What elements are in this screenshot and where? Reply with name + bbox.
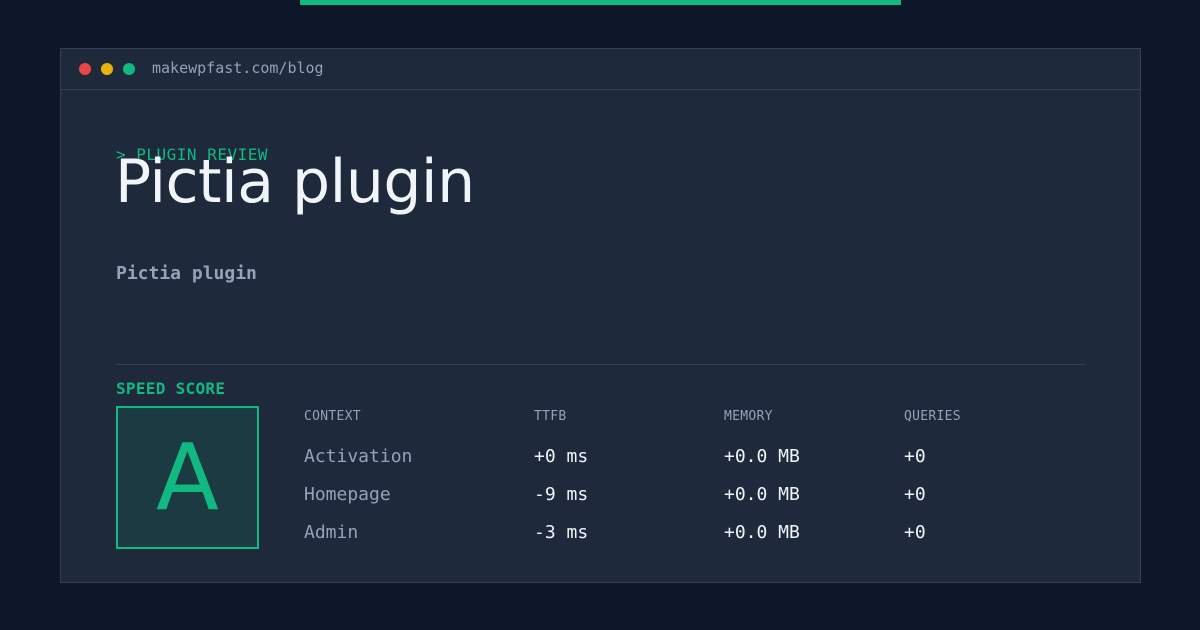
cell-memory: +0.0 MB <box>724 484 800 505</box>
cell-queries: +0 <box>904 446 926 467</box>
cell-queries: +0 <box>904 484 926 505</box>
section-divider <box>116 364 1085 365</box>
table-row: Admin -3 ms +0.0 MB +0 <box>304 522 1084 546</box>
cell-context: Homepage <box>304 484 391 505</box>
grade-letter: A <box>156 423 219 531</box>
cell-context: Activation <box>304 446 413 467</box>
top-accent-bar <box>300 0 901 5</box>
window-titlebar: makewpfast.com/blog <box>61 49 1140 90</box>
metrics-table: CONTEXT TTFB MEMORY QUERIES Activation +… <box>304 405 1084 555</box>
cell-memory: +0.0 MB <box>724 446 800 467</box>
cell-queries: +0 <box>904 522 926 543</box>
minimize-dot-icon <box>101 63 113 75</box>
column-header-memory: MEMORY <box>724 409 773 424</box>
maximize-dot-icon <box>123 63 135 75</box>
column-header-ttfb: TTFB <box>534 409 567 424</box>
close-dot-icon <box>79 63 91 75</box>
cell-ttfb: -3 ms <box>534 522 589 543</box>
grade-badge: A <box>116 406 259 549</box>
cell-context: Admin <box>304 522 359 543</box>
page-title: Pictia plugin <box>115 147 475 217</box>
cell-ttfb: -9 ms <box>534 484 589 505</box>
cell-ttfb: +0 ms <box>534 446 589 467</box>
page-subtitle: Pictia plugin <box>116 263 257 284</box>
browser-window: makewpfast.com/blog > PLUGIN REVIEW Pict… <box>60 48 1141 583</box>
table-row: Activation +0 ms +0.0 MB +0 <box>304 446 1084 470</box>
cell-memory: +0.0 MB <box>724 522 800 543</box>
column-header-queries: QUERIES <box>904 409 961 424</box>
speed-score-label: SPEED SCORE <box>116 379 226 398</box>
url-text: makewpfast.com/blog <box>152 59 324 77</box>
table-row: Homepage -9 ms +0.0 MB +0 <box>304 484 1084 508</box>
column-header-context: CONTEXT <box>304 409 361 424</box>
